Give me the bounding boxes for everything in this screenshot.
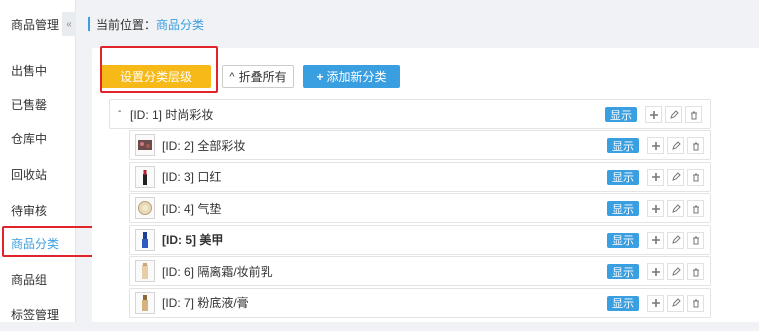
foundation-thumbnail [135, 291, 155, 314]
row-actions: 显示 [607, 231, 704, 249]
nail-polish-thumbnail [135, 228, 155, 251]
tree-child-row[interactable]: [ID: 7] 粉底液/膏 显示 [129, 287, 711, 318]
tree-root-row[interactable]: - [ID: 1] 时尚彩妆 显示 [109, 99, 711, 129]
show-badge[interactable]: 显示 [607, 264, 639, 279]
add-child-icon[interactable] [645, 106, 662, 123]
show-badge[interactable]: 显示 [607, 201, 639, 216]
sidebar-item-tags[interactable]: 标签管理 [0, 297, 76, 331]
edit-icon[interactable] [665, 106, 682, 123]
sidebar-item-sold-out[interactable]: 已售罄 [0, 87, 76, 121]
delete-icon[interactable] [687, 137, 704, 154]
breadcrumb-label: 当前位置： [96, 17, 157, 32]
show-badge[interactable]: 显示 [605, 107, 637, 122]
row-actions: 显示 [607, 263, 704, 280]
row-actions: 显示 [607, 137, 704, 154]
primer-thumbnail [135, 260, 155, 282]
tree-child-label: [ID: 6] 隔离霜/妆前乳 [162, 264, 273, 279]
add-category-label: 添加新分类 [326, 70, 387, 84]
sidebar-collapse-icon[interactable]: « [62, 12, 76, 36]
breadcrumb: 当前位置： 商品分类 [84, 0, 759, 48]
edit-icon[interactable] [667, 137, 684, 154]
delete-icon[interactable] [687, 263, 704, 280]
cushion-thumbnail [135, 197, 155, 219]
chevron-up-icon: ^ [229, 70, 235, 83]
delete-icon[interactable] [687, 168, 704, 186]
edit-icon[interactable] [667, 200, 684, 217]
tree-child-label: [ID: 5] 美甲 [162, 233, 224, 247]
tree-child-label: [ID: 7] 粉底液/膏 [162, 296, 249, 310]
tree-child-label: [ID: 4] 气垫 [162, 201, 222, 216]
tree-child-label: [ID: 3] 口红 [162, 170, 222, 184]
collapse-toggle-icon[interactable]: - [118, 106, 128, 117]
tree-child-row[interactable]: [ID: 6] 隔离霜/妆前乳 显示 [129, 256, 711, 286]
show-badge[interactable]: 显示 [607, 138, 639, 153]
palette-thumbnail [135, 134, 155, 156]
plus-icon: + [316, 69, 324, 84]
row-actions: 显示 [607, 168, 704, 186]
add-child-icon[interactable] [647, 263, 664, 280]
tree-child-row[interactable]: [ID: 2] 全部彩妆 显示 [129, 130, 711, 160]
lipstick-thumbnail [135, 165, 155, 188]
add-child-icon[interactable] [647, 294, 664, 312]
sidebar: 商品管理 « 出售中 已售罄 仓库中 回收站 待审核 商品分类 商品组 标签管理 [0, 0, 76, 322]
edit-icon[interactable] [667, 263, 684, 280]
sidebar-item-warehouse[interactable]: 仓库中 [0, 121, 76, 155]
tree-child-row[interactable]: [ID: 4] 气垫 显示 [129, 193, 711, 223]
breadcrumb-bar [88, 17, 90, 31]
delete-icon[interactable] [685, 106, 702, 123]
edit-icon[interactable] [667, 294, 684, 312]
delete-icon[interactable] [687, 231, 704, 249]
edit-icon[interactable] [667, 168, 684, 186]
content-panel: 设置分类层级 ^ 折叠所有 + 添加新分类 - [ID: 1] 时尚彩妆 显示 … [92, 46, 759, 322]
tree-child-row[interactable]: [ID: 5] 美甲 显示 [129, 224, 711, 255]
main-area: 当前位置： 商品分类 设置分类层级 ^ 折叠所有 + 添加新分类 - [ID: … [84, 0, 759, 322]
add-child-icon[interactable] [647, 137, 664, 154]
delete-icon[interactable] [687, 200, 704, 217]
sidebar-item-recycle-bin[interactable]: 回收站 [0, 157, 76, 191]
add-child-icon[interactable] [647, 200, 664, 217]
fold-all-label: 折叠所有 [238, 70, 287, 84]
active-item-highlight [2, 226, 94, 257]
row-actions: 显示 [607, 200, 704, 217]
delete-icon[interactable] [687, 294, 704, 312]
sidebar-item-on-sale[interactable]: 出售中 [0, 53, 76, 87]
show-badge[interactable]: 显示 [607, 295, 639, 311]
tree-child-label: [ID: 2] 全部彩妆 [162, 138, 246, 153]
row-actions: 显示 [605, 106, 702, 123]
tree-root-label: [ID: 1] 时尚彩妆 [130, 107, 214, 122]
add-child-icon[interactable] [647, 168, 664, 186]
set-level-highlight [100, 46, 218, 93]
show-badge[interactable]: 显示 [607, 169, 639, 185]
add-child-icon[interactable] [647, 231, 664, 249]
sidebar-item-pending-review[interactable]: 待审核 [0, 193, 76, 227]
sidebar-item-product-groups[interactable]: 商品组 [0, 262, 76, 296]
row-actions: 显示 [607, 294, 704, 312]
show-badge[interactable]: 显示 [607, 232, 639, 248]
edit-icon[interactable] [667, 231, 684, 249]
tree-child-row[interactable]: [ID: 3] 口红 显示 [129, 161, 711, 192]
add-category-button[interactable]: + 添加新分类 [303, 65, 400, 88]
breadcrumb-current[interactable]: 商品分类 [156, 16, 204, 33]
fold-all-button[interactable]: ^ 折叠所有 [222, 65, 294, 88]
